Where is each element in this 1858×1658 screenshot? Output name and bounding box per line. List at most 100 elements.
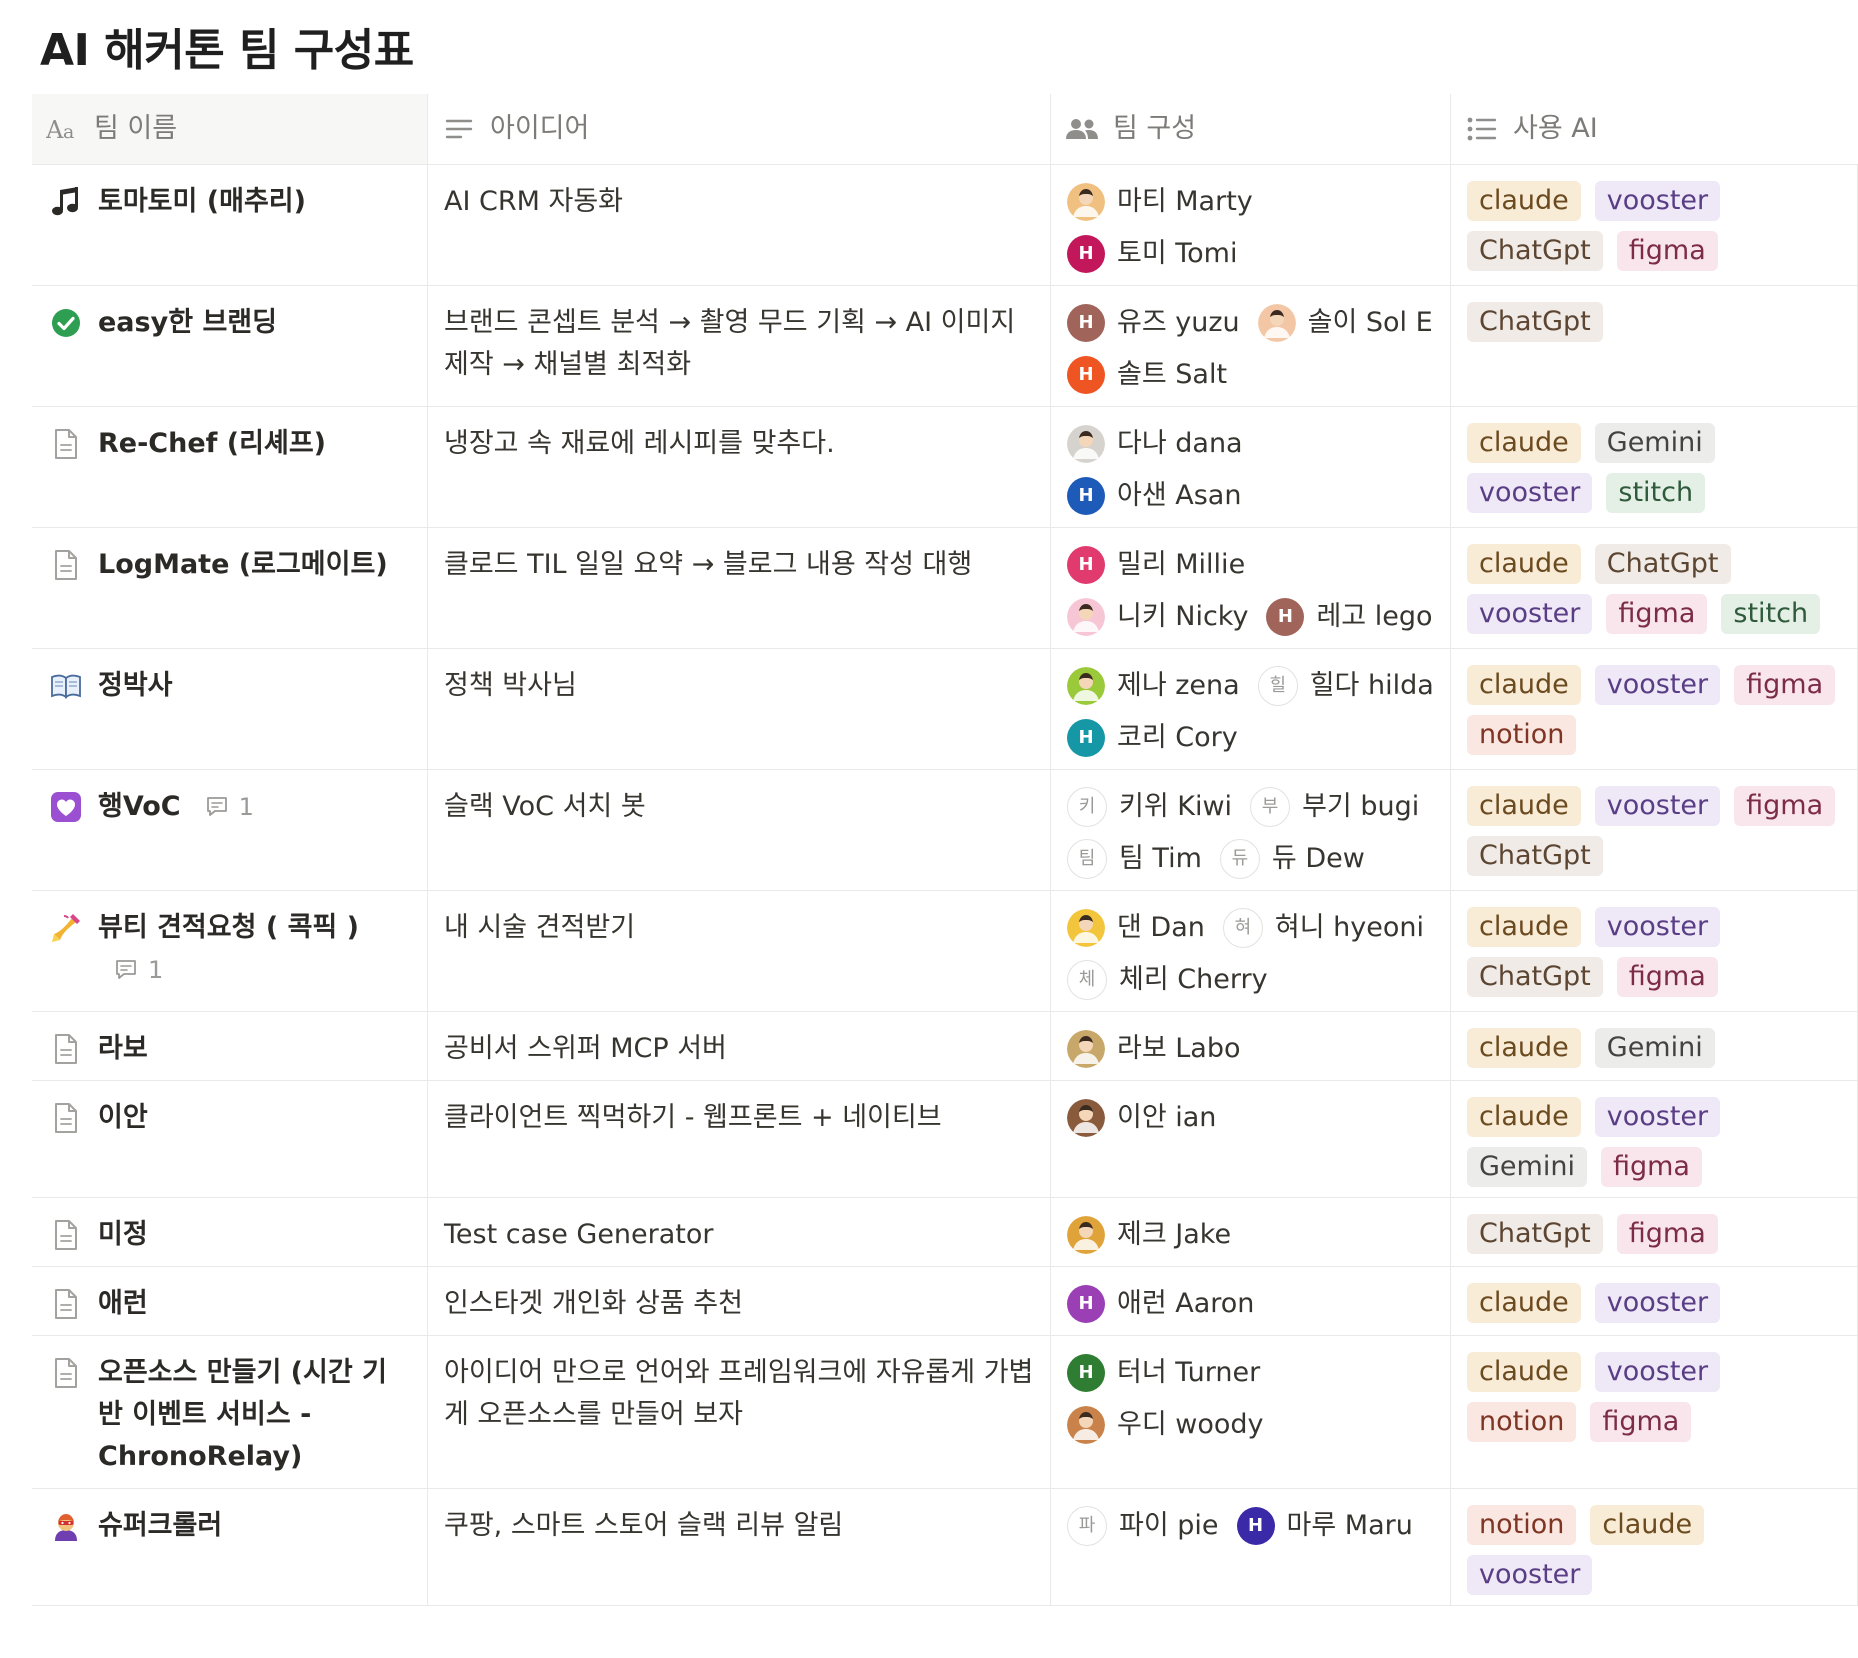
cell-team-name[interactable]: 오픈소스 만들기 (시간 기반 이벤트 서비스 - ChronoRelay) <box>32 1336 428 1488</box>
nail-polish-icon[interactable] <box>48 907 84 949</box>
ai-tag[interactable]: claude <box>1467 423 1581 463</box>
cell-idea[interactable]: 클라이언트 찍먹하기 - 웹프론트 + 네이티브 <box>428 1081 1051 1197</box>
cell-members[interactable]: 라보 Labo <box>1051 1012 1451 1080</box>
cell-idea[interactable]: 브랜드 콘셉트 분석 → 촬영 무드 기획 → AI 이미지 제작 → 채널별 … <box>428 286 1051 406</box>
ai-tag[interactable]: vooster <box>1594 1352 1721 1392</box>
member-chip[interactable]: 우디 woody <box>1067 1404 1264 1446</box>
cell-ai-tags[interactable]: claude vooster notion figma <box>1451 1336 1858 1488</box>
member-chip[interactable]: 팀 팀 Tim <box>1067 838 1202 880</box>
ai-tag[interactable]: ChatGpt <box>1594 544 1731 584</box>
ai-tag[interactable]: ChatGpt <box>1467 231 1603 271</box>
member-chip[interactable]: 이안 ian <box>1067 1097 1216 1139</box>
ai-tag[interactable]: ChatGpt <box>1467 957 1603 997</box>
ai-tag[interactable]: Gemini <box>1594 1028 1715 1068</box>
ai-tag[interactable]: stitch <box>1606 473 1706 513</box>
ai-tag[interactable]: vooster <box>1594 907 1721 947</box>
cell-idea[interactable]: 슬랙 VoC 서치 봇 <box>428 770 1051 890</box>
member-chip[interactable]: 듀 듀 Dew <box>1219 838 1365 880</box>
table-row[interactable]: 토마토미 (매추리) AI CRM 자동화 마티 Marty H 토미 Tomi clau… <box>32 165 1858 286</box>
cell-team-name[interactable]: 애런 <box>32 1267 428 1335</box>
cell-members[interactable]: 다나 dana H 아샌 Asan <box>1051 407 1451 527</box>
ai-tag[interactable]: vooster <box>1594 1097 1721 1137</box>
ai-tag[interactable]: Gemini <box>1594 423 1715 463</box>
member-chip[interactable]: 니키 Nicky <box>1067 596 1248 638</box>
ai-tag[interactable]: figma <box>1600 1147 1702 1187</box>
cell-team-name[interactable]: 뷰티 견적요청 ( 콕픽 ) 1 <box>32 891 428 1011</box>
team-name[interactable]: 라보 <box>98 1028 148 1070</box>
ai-tag[interactable]: figma <box>1734 786 1836 826</box>
cell-idea[interactable]: AI CRM 자동화 <box>428 165 1051 285</box>
table-row[interactable]: 미정 Test case Generator 제크 Jake ChatGpt figma <box>32 1198 1858 1267</box>
cell-idea[interactable]: 클로드 TIL 일일 요약 → 블로그 내용 작성 대행 <box>428 528 1051 648</box>
column-header-members[interactable]: 팀 구성 <box>1051 94 1451 164</box>
team-name[interactable]: 오픈소스 만들기 (시간 기반 이벤트 서비스 - ChronoRelay) <box>98 1352 411 1478</box>
team-name[interactable]: 행VoC <box>98 786 181 828</box>
ai-tag[interactable]: claude <box>1467 181 1581 221</box>
cell-ai-tags[interactable]: claude Gemini <box>1451 1012 1858 1080</box>
ai-tag[interactable]: figma <box>1616 957 1718 997</box>
music-note-icon[interactable] <box>48 181 84 223</box>
ai-tag[interactable]: vooster <box>1467 594 1593 634</box>
cell-members[interactable]: 마티 Marty H 토미 Tomi <box>1051 165 1451 285</box>
page-icon[interactable] <box>48 1283 84 1325</box>
ai-tag[interactable]: figma <box>1606 594 1708 634</box>
cell-ai-tags[interactable]: ChatGpt figma <box>1451 1198 1858 1266</box>
cell-team-name[interactable]: 토마토미 (매추리) <box>32 165 428 285</box>
member-chip[interactable]: H 유즈 yuzu <box>1067 302 1240 344</box>
ai-tag[interactable]: vooster <box>1467 473 1593 513</box>
team-name[interactable]: 뷰티 견적요청 ( 콕픽 ) <box>98 907 359 949</box>
member-chip[interactable]: 마티 Marty <box>1067 181 1253 223</box>
member-chip[interactable]: H 애런 Aaron <box>1067 1283 1254 1325</box>
cell-ai-tags[interactable]: claude ChatGpt vooster figma stitch <box>1451 528 1858 648</box>
member-chip[interactable]: H 솔트 Salt <box>1067 354 1227 396</box>
member-chip[interactable]: 제나 zena <box>1067 665 1240 707</box>
open-book-icon[interactable] <box>48 665 84 707</box>
cell-idea[interactable]: 공비서 스위퍼 MCP 서버 <box>428 1012 1051 1080</box>
cell-ai-tags[interactable]: claude vooster ChatGpt figma <box>1451 891 1858 1011</box>
table-row[interactable]: 오픈소스 만들기 (시간 기반 이벤트 서비스 - ChronoRelay) 아이… <box>32 1336 1858 1489</box>
cell-team-name[interactable]: 행VoC 1 <box>32 770 428 890</box>
ai-tag[interactable]: claude <box>1467 1352 1581 1392</box>
ai-tag[interactable]: figma <box>1616 1214 1718 1254</box>
cell-members[interactable]: H 터너 Turner 우디 woody <box>1051 1336 1451 1488</box>
member-chip[interactable]: H 터너 Turner <box>1067 1352 1260 1394</box>
cell-members[interactable]: H 밀리 Millie 니키 Nicky H 레고 lego <box>1051 528 1451 648</box>
member-chip[interactable]: H 마루 Maru <box>1236 1505 1413 1547</box>
team-name[interactable]: 애런 <box>98 1283 148 1325</box>
comment-count[interactable]: 1 <box>114 949 163 991</box>
column-header-team-name[interactable]: Aa 팀 이름 <box>32 94 428 164</box>
cell-idea[interactable]: 내 시술 견적받기 <box>428 891 1051 1011</box>
member-chip[interactable]: 댄 Dan <box>1067 907 1205 949</box>
cell-idea[interactable]: 냉장고 속 재료에 레시피를 맞추다. <box>428 407 1051 527</box>
table-row[interactable]: 슈퍼크롤러 쿠팡, 스마트 스토어 슬랙 리뷰 알림 파 파이 pie H 마루 Maru… <box>32 1489 1858 1606</box>
table-row[interactable]: 라보 공비서 스위퍼 MCP 서버 라보 Labo claude Gemini <box>32 1012 1858 1081</box>
ai-tag[interactable]: Gemini <box>1467 1147 1587 1187</box>
cell-team-name[interactable]: LogMate (로그메이트) <box>32 528 428 648</box>
table-row[interactable]: Re-Chef (리셰프) 냉장고 속 재료에 레시피를 맞추다. 다나 dana H… <box>32 407 1858 528</box>
column-header-ai[interactable]: 사용 AI <box>1451 94 1858 164</box>
ai-tag[interactable]: figma <box>1590 1402 1692 1442</box>
cell-members[interactable]: 이안 ian <box>1051 1081 1451 1197</box>
table-row[interactable]: 정박사 정책 박사님 제나 zena 힐 힐다 hilda H 코리 Cory claude v… <box>32 649 1858 770</box>
column-header-idea[interactable]: 아이디어 <box>428 94 1051 164</box>
table-row[interactable]: easy한 브랜딩 브랜드 콘셉트 분석 → 촬영 무드 기획 → AI 이미지 … <box>32 286 1858 407</box>
cell-team-name[interactable]: Re-Chef (리셰프) <box>32 407 428 527</box>
cell-members[interactable]: 파 파이 pie H 마루 Maru <box>1051 1489 1451 1605</box>
member-chip[interactable]: 다나 dana <box>1067 423 1243 465</box>
member-chip[interactable]: H 코리 Cory <box>1067 717 1238 759</box>
member-chip[interactable]: 파 파이 pie <box>1067 1505 1219 1547</box>
cell-team-name[interactable]: 이안 <box>32 1081 428 1197</box>
member-chip[interactable]: 힐 힐다 hilda <box>1257 665 1434 707</box>
cell-team-name[interactable]: 라보 <box>32 1012 428 1080</box>
cell-ai-tags[interactable]: claude vooster ChatGpt figma <box>1451 165 1858 285</box>
table-row[interactable]: 애런 인스타겟 개인화 상품 추천 H 애런 Aaron claude vooster <box>32 1267 1858 1336</box>
member-chip[interactable]: 솔이 Sol E <box>1257 302 1433 344</box>
member-chip[interactable]: 부 부기 bugi <box>1250 786 1419 828</box>
cell-idea[interactable]: 아이디어 만으로 언어와 프레임워크에 자유롭게 가볍게 오픈소스를 만들어 보… <box>428 1336 1051 1488</box>
cell-team-name[interactable]: 정박사 <box>32 649 428 769</box>
green-check-icon[interactable] <box>48 302 84 344</box>
table-row[interactable]: 행VoC 1 슬랙 VoC 서치 봇 키 키위 Kiwi 부 부기 bugi 팀 팀 Tim 듀 듀… <box>32 770 1858 891</box>
team-name[interactable]: 이안 <box>98 1097 148 1139</box>
team-name[interactable]: 슈퍼크롤러 <box>98 1505 222 1547</box>
member-chip[interactable]: 혀 혀니 hyeoni <box>1222 907 1424 949</box>
